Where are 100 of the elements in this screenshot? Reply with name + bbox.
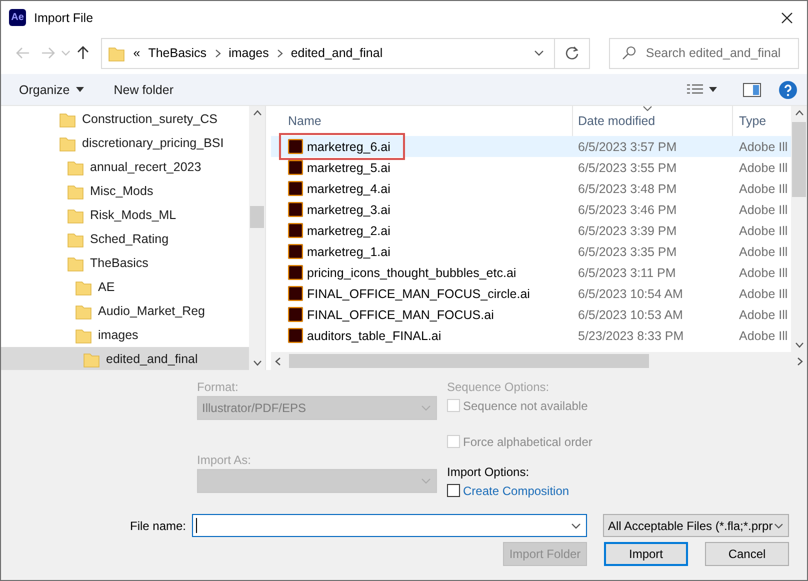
tree-item-label: Misc_Mods xyxy=(90,184,154,198)
tree-item[interactable]: annual_recert_2023 xyxy=(1,155,249,179)
file-row[interactable]: pricing_icons_thought_bubbles_etc.ai 6/5/2023 3:11 PM Adobe Ill xyxy=(271,262,791,283)
file-name: FINAL_OFFICE_MAN_FOCUS_circle.ai xyxy=(307,286,530,300)
tree-item-label: edited_and_final xyxy=(106,352,198,366)
address-bar[interactable]: « TheBasics images edited_and_final xyxy=(101,38,556,68)
folder-icon xyxy=(67,182,84,200)
search-field[interactable]: Search edited_and_final xyxy=(608,38,799,68)
format-label: Format: xyxy=(197,379,240,396)
file-row[interactable]: auditors_table_FINAL.ai 5/23/2023 8:33 PM Adobe Ill xyxy=(271,325,791,346)
search-placeholder: Search edited_and_final xyxy=(646,46,781,60)
up-icon[interactable] xyxy=(76,46,89,60)
file-row[interactable]: marketreg_5.ai 6/5/2023 3:55 PM Adobe Ill xyxy=(271,157,791,178)
scrollbar[interactable] xyxy=(271,352,807,370)
scroll-right-icon xyxy=(797,356,803,366)
file-row[interactable]: marketreg_6.ai 6/5/2023 3:57 PM Adobe Ill xyxy=(271,136,791,157)
file-row[interactable]: marketreg_3.ai 6/5/2023 3:46 PM Adobe Ill xyxy=(271,199,791,220)
checkbox-label: Force alphabetical order xyxy=(463,434,592,448)
column-header[interactable]: Date modified xyxy=(578,114,656,128)
tree-item[interactable]: images xyxy=(1,323,249,347)
refresh-button[interactable] xyxy=(555,38,590,68)
tree-item[interactable]: discretionary_pricing_BSI xyxy=(1,131,249,155)
tree-item[interactable]: AE xyxy=(1,275,249,299)
file-row[interactable]: marketreg_4.ai 6/5/2023 3:48 PM Adobe Ill xyxy=(271,178,791,199)
breadcrumb[interactable]: TheBasics xyxy=(148,46,207,60)
file-row[interactable]: FINAL_OFFICE_MAN_FOCUS.ai 6/5/2023 10:53 AM Adobe Ill xyxy=(271,304,791,325)
checkbox[interactable] xyxy=(447,484,460,497)
scroll-thumb[interactable] xyxy=(250,206,264,228)
import-options-label: Import Options: xyxy=(447,464,530,481)
file-type: Adobe Ill xyxy=(738,140,788,154)
tree-item[interactable]: Audio_Market_Reg xyxy=(1,299,249,323)
folder-icon xyxy=(67,254,84,272)
tree-item-label: Sched_Rating xyxy=(90,232,169,246)
folder-icon xyxy=(59,134,76,152)
app-icon: Ae xyxy=(9,9,26,26)
file-type-dropdown[interactable]: All Acceptable Files (*.fla;*.prpr xyxy=(602,514,790,537)
tree-item[interactable]: Sched_Rating xyxy=(1,227,249,251)
folder-icon xyxy=(67,230,84,248)
scroll-thumb[interactable] xyxy=(792,122,806,197)
file-date: 6/5/2023 3:55 PM xyxy=(577,160,678,174)
close-icon[interactable] xyxy=(781,12,793,24)
refresh-icon xyxy=(565,46,580,60)
scrollbar[interactable] xyxy=(249,106,265,370)
tree-item-label: annual_recert_2023 xyxy=(90,160,202,174)
file-date: 6/5/2023 3:35 PM xyxy=(577,244,678,258)
file-name: pricing_icons_thought_bubbles_etc.ai xyxy=(307,266,516,280)
file-type: Adobe Ill xyxy=(738,160,788,174)
file-date: 6/5/2023 3:48 PM xyxy=(577,182,678,196)
organize-button[interactable]: Organize xyxy=(11,78,92,100)
breadcrumb[interactable]: edited_and_final xyxy=(290,46,383,60)
file-name: marketreg_5.ai xyxy=(307,160,390,174)
column-header[interactable]: Name xyxy=(288,114,322,128)
help-icon[interactable] xyxy=(779,80,797,98)
scroll-up-icon xyxy=(794,110,804,116)
checkbox-label: Sequence not available xyxy=(463,398,588,412)
file-name: marketreg_4.ai xyxy=(307,182,390,196)
sequence-options-label: Sequence Options: xyxy=(447,379,550,396)
column-header[interactable]: Type xyxy=(739,114,766,128)
tree-item[interactable]: TheBasics xyxy=(1,251,249,275)
tree-item[interactable]: Construction_surety_CS xyxy=(1,107,249,131)
file-name: FINAL_OFFICE_MAN_FOCUS.ai xyxy=(307,308,494,322)
breadcrumb[interactable]: images xyxy=(228,46,269,60)
file-type: Adobe Ill xyxy=(738,224,788,238)
caret-icon xyxy=(709,87,717,92)
file-row[interactable]: FINAL_OFFICE_MAN_FOCUS_circle.ai 6/5/2023 10:54 AM Adobe Ill xyxy=(271,283,791,304)
folder-icon xyxy=(75,302,92,320)
file-type: Adobe Ill xyxy=(738,182,788,196)
file-type: Adobe Ill xyxy=(738,286,788,300)
dialog-button[interactable]: Cancel xyxy=(705,542,789,566)
overflow-button[interactable]: « xyxy=(133,46,140,60)
chevron-icon xyxy=(214,48,221,58)
sort-icon xyxy=(643,106,652,111)
file-type: Adobe Ill xyxy=(738,202,788,216)
tree-item[interactable]: Misc_Mods xyxy=(1,179,249,203)
tree-item[interactable]: edited_and_final xyxy=(1,347,249,370)
checkbox-label[interactable]: Create Composition xyxy=(463,484,570,498)
preview-pane-icon[interactable] xyxy=(743,82,761,96)
file-row[interactable]: marketreg_2.ai 6/5/2023 3:39 PM Adobe Ill xyxy=(271,220,791,241)
list-view-icon xyxy=(687,84,703,96)
file-type: Adobe Ill xyxy=(738,244,788,258)
tree-item-label: AE xyxy=(98,280,115,294)
import-as-label: Import As: xyxy=(197,452,252,469)
tree-item[interactable]: Risk_Mods_ML xyxy=(1,203,249,227)
folder-icon xyxy=(59,110,76,128)
file-name: marketreg_1.ai xyxy=(307,244,390,258)
scrollbar[interactable] xyxy=(791,106,807,352)
file-row[interactable]: marketreg_1.ai 6/5/2023 3:35 PM Adobe Ill xyxy=(271,241,791,262)
file-name-field[interactable] xyxy=(192,514,587,537)
new-folder-button[interactable]: New folder xyxy=(106,78,182,100)
file-name: marketreg_2.ai xyxy=(307,224,390,238)
folder-icon xyxy=(67,206,84,224)
file-date: 6/5/2023 10:53 AM xyxy=(577,308,684,322)
file-date: 6/5/2023 3:46 PM xyxy=(577,202,678,216)
scroll-down-icon xyxy=(794,342,804,348)
scroll-left-icon xyxy=(275,356,281,366)
dialog-button[interactable]: Import xyxy=(604,542,688,566)
file-name-label: File name: xyxy=(128,518,188,532)
scroll-thumb[interactable] xyxy=(289,354,649,368)
folder-icon xyxy=(75,326,92,344)
tree-item-label: images xyxy=(98,328,138,342)
